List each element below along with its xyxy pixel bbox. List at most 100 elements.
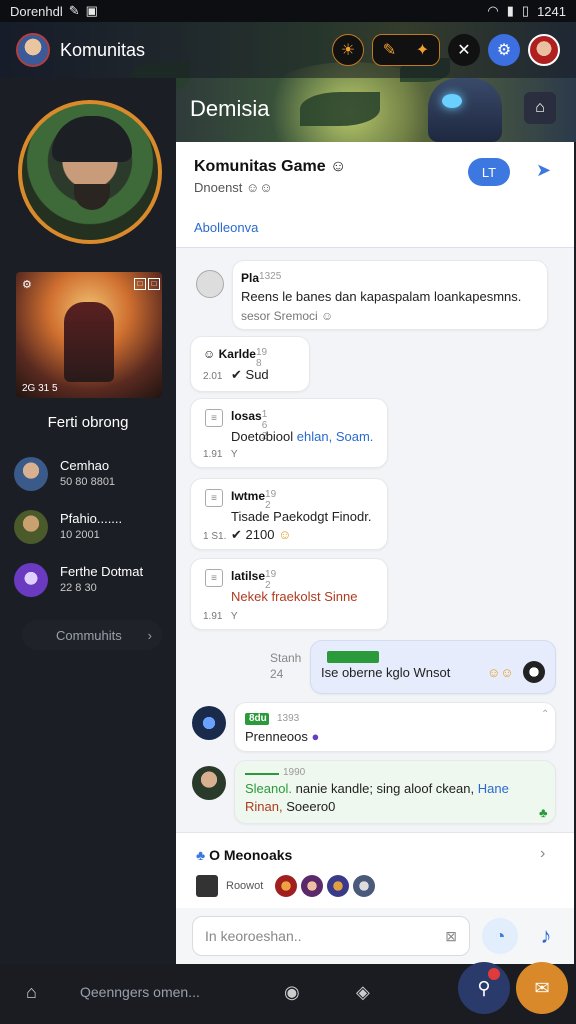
panel-subtitle: Dnoenst ☺☺ bbox=[194, 180, 273, 195]
avatar bbox=[196, 875, 218, 897]
featured-avatar[interactable] bbox=[18, 100, 162, 244]
profile-avatar[interactable] bbox=[528, 34, 560, 66]
message-text-line2: Rinan, Soeero0 bbox=[245, 799, 336, 814]
notifications-fab[interactable]: ⚲ bbox=[458, 962, 510, 1014]
message-text: Tisade Paekodgt Finodr. bbox=[231, 509, 372, 524]
sidebar-item[interactable]: Pfahio....... 10 2001 bbox=[14, 508, 164, 546]
notification-dot bbox=[488, 968, 500, 980]
message-bubble[interactable]: 8du 1393 Prenneoos ● ⌃ bbox=[234, 702, 556, 752]
bottom-search-label[interactable]: Qeenngers omen... bbox=[80, 984, 200, 1000]
message-bubble[interactable]: Pla 1325 Reens le banes dan kapaspalam l… bbox=[232, 260, 548, 330]
message-input-placeholder: In keoroeshan.. bbox=[205, 928, 302, 944]
tools-pill[interactable]: ✎ ✦ bbox=[372, 34, 440, 66]
app-title: Komunitas bbox=[60, 39, 146, 60]
avatar bbox=[353, 875, 376, 897]
game-badge-icon: ⚙ bbox=[22, 279, 32, 291]
message-text: ✔ Sud bbox=[231, 367, 269, 382]
badge-icon: ● bbox=[311, 729, 320, 744]
message-input[interactable]: In keoroeshan.. ⊠ bbox=[192, 916, 470, 956]
message-author: Pla 1325 bbox=[241, 271, 282, 285]
chat-fab[interactable]: ✉ bbox=[516, 962, 568, 1014]
panel-title: Komunitas Game ☺ bbox=[194, 158, 347, 175]
message-time: 1990 bbox=[283, 767, 306, 778]
message-bubble[interactable]: ≡ losas 1 6 2 Doetobiool ehlan, Soam. 1.… bbox=[190, 398, 388, 468]
avatar bbox=[523, 661, 545, 683]
emoji-icon: ☺☺ bbox=[487, 665, 514, 680]
message-text: Sleanol. nanie kandle; sing aloof ckean,… bbox=[245, 781, 509, 796]
message-author: ☺ Karlde 19 8 bbox=[203, 347, 268, 369]
message-bubble[interactable]: ≡ latilse 19 2 Nekek fraekolst Sinne 1.9… bbox=[190, 558, 388, 630]
message-bubble[interactable]: 1990 Sleanol. nanie kandle; sing aloof c… bbox=[234, 760, 556, 824]
message-bubble[interactable]: ☺ Karlde 19 8 2.01 ✔ Sud bbox=[190, 336, 310, 392]
chevron-right-icon[interactable]: › bbox=[540, 845, 545, 863]
microphone-icon[interactable]: ♪ bbox=[528, 918, 564, 954]
members-section[interactable]: ♣ O Meonoaks › Roowot bbox=[176, 832, 574, 908]
message-meta: 1 S1. bbox=[203, 531, 227, 542]
user-avatar[interactable] bbox=[16, 33, 50, 67]
sidebar-item-sub: 22 8 30 bbox=[60, 582, 97, 594]
sidebar-item-name: Pfahio....... bbox=[60, 511, 123, 526]
message-sub: sesor Sremoci ☺ bbox=[241, 309, 334, 323]
game-icon[interactable]: ☀ bbox=[332, 34, 364, 66]
clock: 1241 bbox=[537, 3, 566, 19]
message-text: Reens le banes dan kapaspalam loankapesm… bbox=[241, 289, 522, 304]
message-extra: ✔ 2100 ☺ bbox=[231, 527, 292, 542]
group-icon: ♣ bbox=[196, 847, 206, 863]
sidebar-item[interactable]: Cemhao 50 80 8801 bbox=[14, 455, 164, 493]
game-chip-icon: □ bbox=[134, 278, 146, 290]
home-button[interactable]: ⌂ bbox=[524, 92, 556, 124]
lt-badge-button[interactable]: LT bbox=[468, 158, 510, 186]
wand-icon[interactable]: ✦ bbox=[416, 40, 429, 60]
avatar bbox=[192, 706, 226, 740]
message-author: Stanh 24 bbox=[270, 651, 302, 681]
game-caption: 2G 31 5 bbox=[22, 383, 58, 394]
status-bar: Dorenhdl ✎ ▣ ◠ ▮ ▯ 1241 bbox=[0, 0, 576, 22]
sidebar-item[interactable]: Ferthe Dotmat 22 8 30 bbox=[14, 561, 164, 599]
game-chip-icon: □ bbox=[148, 278, 160, 290]
message-text: Prenneoos ● bbox=[245, 729, 320, 744]
message-text: Ise oberne kglo Wnsot bbox=[321, 665, 451, 680]
message-bubble[interactable]: ≡ Iwtme 19 2 Tisade Paekodgt Finodr. 1 S… bbox=[190, 478, 388, 550]
circle-icon[interactable]: ◉ bbox=[284, 982, 300, 1003]
crossed-swords-icon[interactable]: ✕ bbox=[448, 34, 480, 66]
check-icon: ✔ bbox=[231, 527, 242, 542]
community-button[interactable]: Commuhits › bbox=[22, 620, 162, 650]
message-meta: 2.01 bbox=[203, 371, 223, 382]
sidebar-item-sub: 50 80 8801 bbox=[60, 476, 116, 488]
home-icon[interactable]: ⌂ bbox=[26, 982, 37, 1003]
pencil-icon[interactable]: ✎ bbox=[383, 40, 396, 60]
cube-icon[interactable]: ◈ bbox=[356, 982, 370, 1003]
sidebar-section-title: Ferti obrong bbox=[47, 414, 129, 431]
top-bar: Komunitas ☀ ✎ ✦ ✕ ⚙ bbox=[0, 22, 576, 78]
chat-bubble-icon[interactable]: ◔ bbox=[482, 918, 518, 954]
signal-icon: ▮ bbox=[506, 3, 514, 18]
avatar bbox=[14, 563, 48, 597]
settings-gear-icon[interactable]: ⚙ bbox=[488, 34, 520, 66]
more-icon[interactable]: ⌃ bbox=[541, 709, 549, 720]
community-button-label: Commuhits bbox=[56, 627, 122, 643]
own-message-bubble[interactable]: Ise oberne kglo Wnsot ☺☺ bbox=[310, 640, 556, 694]
document-icon: ≡ bbox=[205, 489, 223, 507]
message-meta: 1.91 Y bbox=[203, 611, 238, 622]
smile-icon: ☺ bbox=[321, 309, 334, 323]
hero-character-image bbox=[428, 78, 502, 142]
message-author: losas 1 6 2 bbox=[231, 409, 268, 442]
divider bbox=[245, 773, 279, 775]
smile-icon: ☺ bbox=[203, 347, 216, 361]
panel-header: Komunitas Game ☺ Dnoenst ☺☺ Abolleonva L… bbox=[176, 142, 574, 248]
mail-icon: ✉ bbox=[534, 977, 550, 998]
smile-icon: ☺ bbox=[278, 527, 292, 542]
game-card[interactable]: ⚙ □ □ 2G 31 5 bbox=[16, 272, 162, 398]
message-text: Doetobiool ehlan, Soam. bbox=[231, 429, 374, 444]
forward-arrow-icon[interactable]: ➤ bbox=[536, 160, 551, 181]
attach-image-icon[interactable]: ⊠ bbox=[445, 928, 457, 945]
message-meta: 1.91 Y bbox=[203, 449, 238, 460]
carrier-label: Dorenhdl bbox=[10, 3, 63, 19]
edit-icon: ✎ bbox=[68, 3, 80, 18]
sidebar-item-name: Cemhao bbox=[60, 458, 110, 473]
message-author: 8du bbox=[249, 713, 267, 724]
panel-link[interactable]: Abolleonva bbox=[194, 220, 258, 235]
notification-icon: ▣ bbox=[85, 3, 98, 18]
smile-icon: ☺ bbox=[330, 158, 347, 175]
avatar bbox=[327, 875, 350, 897]
